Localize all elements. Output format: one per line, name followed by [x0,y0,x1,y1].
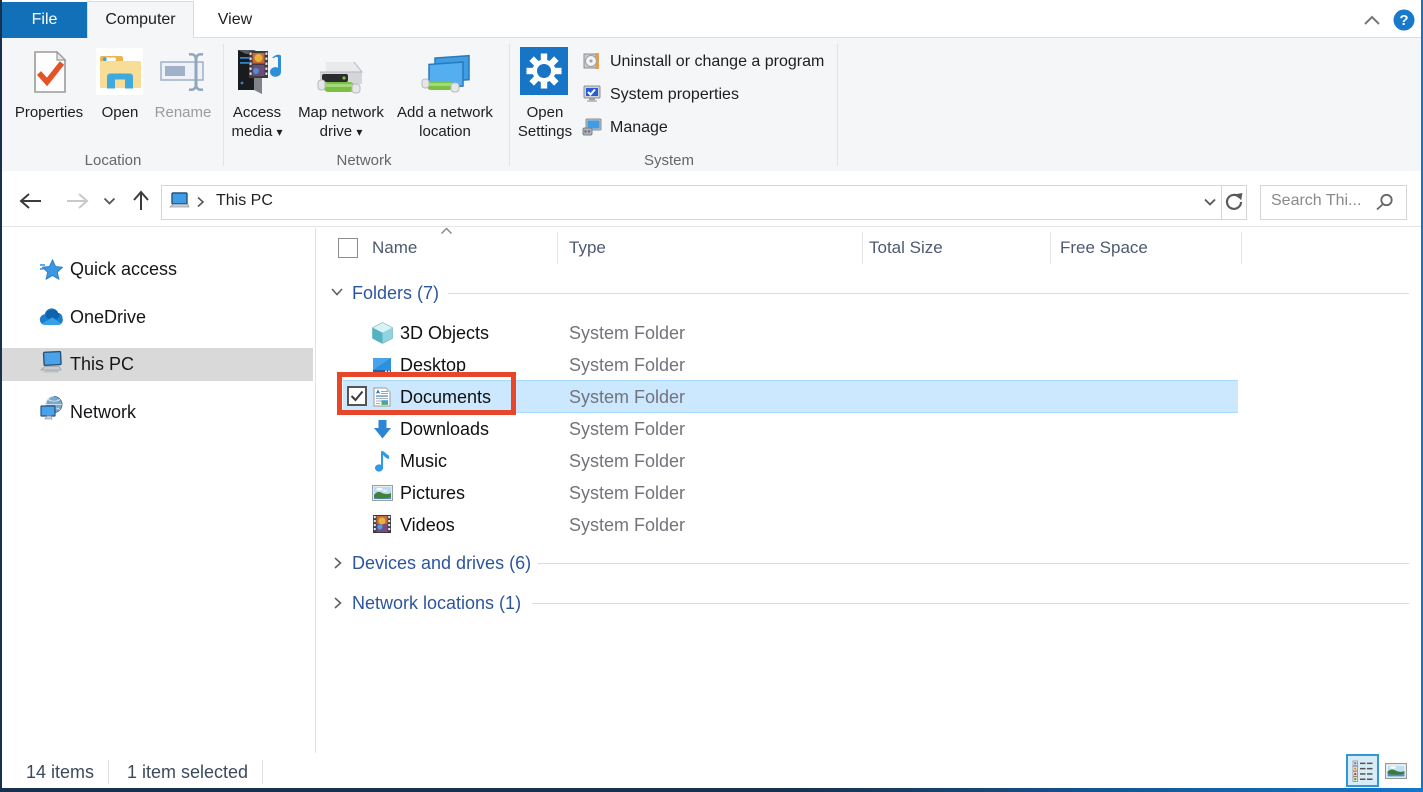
svg-text:?: ? [1399,12,1408,29]
